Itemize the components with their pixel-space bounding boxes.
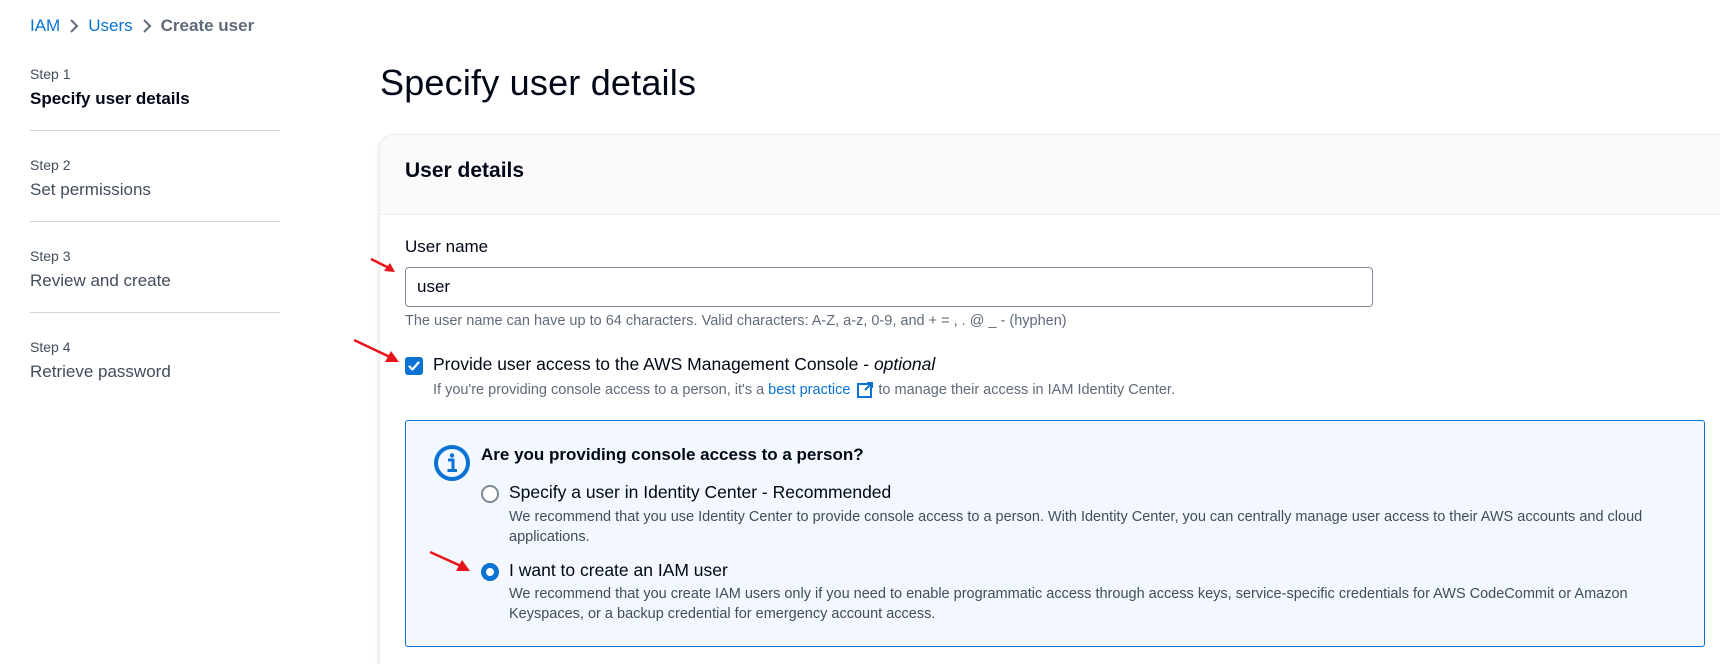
chevron-right-icon — [60, 18, 88, 34]
breadcrumb-link-users[interactable]: Users — [88, 16, 132, 36]
step-number: Step 1 — [30, 66, 71, 82]
step-number: Step 2 — [30, 157, 71, 173]
console-access-checkbox[interactable] — [405, 357, 423, 375]
container-title: User details — [405, 159, 525, 182]
step-divider — [30, 130, 280, 131]
console-access-description: If you're providing console access to a … — [433, 381, 1175, 399]
iam-user-radio[interactable] — [481, 563, 499, 581]
identity-center-radio[interactable] — [481, 485, 499, 503]
container-header: User details — [380, 135, 1720, 215]
best-practice-link[interactable]: best practice — [768, 382, 850, 398]
breadcrumb-current: Create user — [160, 16, 255, 35]
chevron-right-icon — [133, 18, 161, 34]
iam-user-label[interactable]: I want to create an IAM user — [509, 560, 728, 581]
step-title: Specify user details — [30, 89, 190, 108]
step-3: Step 3 Review and create — [30, 244, 280, 293]
step-2: Step 2 Set permissions — [30, 153, 280, 202]
console-desc-suffix: to manage their access in IAM Identity C… — [878, 382, 1175, 398]
check-icon — [408, 361, 420, 371]
identity-center-description: We recommend that you use Identity Cente… — [509, 509, 1643, 545]
page-title: Specify user details — [380, 62, 697, 103]
username-input[interactable] — [405, 267, 1373, 307]
step-number: Step 3 — [30, 248, 71, 264]
console-desc-prefix: If you're providing console access to a … — [433, 382, 765, 398]
step-title: Set permissions — [30, 180, 151, 199]
external-link-icon[interactable] — [856, 381, 874, 399]
iam-user-description: We recommend that you create IAM users o… — [509, 586, 1628, 622]
username-constraint: The user name can have up to 64 characte… — [405, 313, 1067, 329]
step-1: Step 1 Specify user details — [30, 62, 280, 111]
identity-center-label[interactable]: Specify a user in Identity Center - Reco… — [509, 482, 891, 503]
console-access-label-text: Provide user access to the AWS Managemen… — [433, 354, 874, 374]
console-access-info-alert: Are you providing console access to a pe… — [405, 420, 1705, 647]
breadcrumb: IAM Users Create user — [30, 16, 254, 36]
alert-title: Are you providing console access to a pe… — [481, 445, 864, 464]
optional-text: optional — [873, 354, 936, 374]
step-title: Retrieve password — [30, 362, 171, 381]
step-number: Step 4 — [30, 339, 71, 355]
username-label: User name — [405, 237, 489, 256]
console-access-label[interactable]: Provide user access to the AWS Managemen… — [433, 354, 935, 375]
info-icon — [434, 445, 470, 481]
breadcrumb-link-iam[interactable]: IAM — [30, 16, 60, 36]
step-divider — [30, 312, 280, 313]
step-divider — [30, 221, 280, 222]
wizard-steps: Step 1 Specify user details Step 2 Set p… — [30, 62, 280, 384]
step-4: Step 4 Retrieve password — [30, 335, 280, 384]
step-title: Review and create — [30, 271, 171, 290]
